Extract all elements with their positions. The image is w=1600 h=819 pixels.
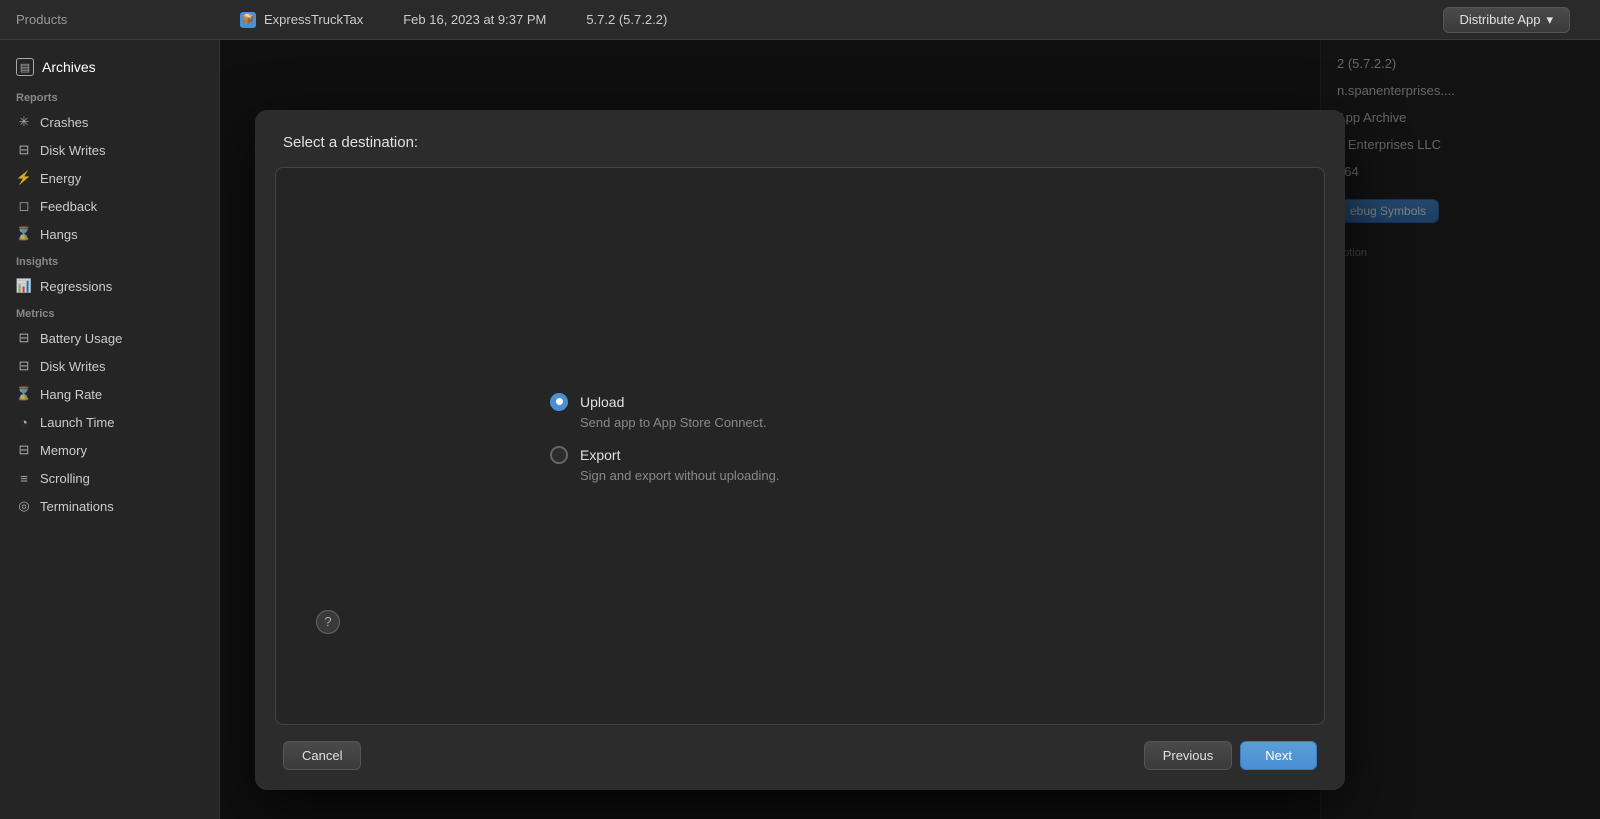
export-option[interactable]: Export Sign and export without uploading… — [550, 446, 1050, 483]
sidebar-item-launch-time[interactable]: ◔ Launch Time — [0, 408, 219, 436]
archive-icon: 📦 — [240, 12, 256, 28]
sidebar-item-crashes[interactable]: ✳︎ Crashes — [0, 108, 219, 136]
modal-footer: Cancel Previous Next — [255, 725, 1345, 790]
modal-title: Select a destination: — [283, 134, 1317, 151]
chevron-down-icon: ▾ — [1546, 12, 1553, 28]
regressions-icon: 📊 — [16, 278, 32, 294]
help-button[interactable]: ? — [316, 610, 340, 634]
upload-radio[interactable] — [550, 393, 568, 411]
sidebar-item-scrolling[interactable]: ≡ Scrolling — [0, 464, 219, 492]
sidebar-item-hangs[interactable]: ⌛ Hangs — [0, 220, 219, 248]
memory-icon: ⊟ — [16, 442, 32, 458]
crashes-icon: ✳︎ — [16, 114, 32, 130]
top-bar: Products 📦 ExpressTruckTax Feb 16, 2023 … — [0, 0, 1600, 40]
battery-usage-icon: ⊟ — [16, 330, 32, 346]
archives-icon: ▤ — [16, 58, 34, 76]
previous-button[interactable]: Previous — [1144, 741, 1233, 770]
modal-overlay: Select a destination: Upload Send app to… — [220, 40, 1600, 819]
upload-option-row: Upload — [550, 393, 1050, 411]
insights-section-label: Insights — [0, 248, 219, 272]
main-layout: ▤ Archives Reports ✳︎ Crashes ⊟ Disk Wri… — [0, 40, 1600, 819]
sidebar-item-disk-writes[interactable]: ⊟ Disk Writes — [0, 136, 219, 164]
metrics-disk-writes-icon: ⊟ — [16, 358, 32, 374]
archive-version: 5.7.2 (5.7.2.2) — [586, 12, 667, 27]
hangs-icon: ⌛ — [16, 226, 32, 242]
hang-rate-icon: ⌛ — [16, 386, 32, 402]
archive-info: 📦 ExpressTruckTax Feb 16, 2023 at 9:37 P… — [220, 7, 1600, 33]
distribute-modal: Select a destination: Upload Send app to… — [255, 110, 1345, 790]
modal-header: Select a destination: — [255, 110, 1345, 167]
export-description: Sign and export without uploading. — [580, 468, 1050, 483]
sidebar-item-metrics-disk-writes[interactable]: ⊟ Disk Writes — [0, 352, 219, 380]
disk-writes-icon: ⊟ — [16, 142, 32, 158]
cancel-button[interactable]: Cancel — [283, 741, 361, 770]
distribute-app-button[interactable]: Distribute App ▾ — [1443, 7, 1570, 33]
upload-option[interactable]: Upload Send app to App Store Connect. — [550, 393, 1050, 430]
export-option-row: Export — [550, 446, 1050, 464]
products-label: Products — [0, 12, 220, 27]
sidebar-item-feedback[interactable]: ◻ Feedback — [0, 192, 219, 220]
energy-icon: ⚡ — [16, 170, 32, 186]
sidebar-item-memory[interactable]: ⊟ Memory — [0, 436, 219, 464]
upload-description: Send app to App Store Connect. — [580, 415, 1050, 430]
sidebar: ▤ Archives Reports ✳︎ Crashes ⊟ Disk Wri… — [0, 40, 220, 819]
reports-section-label: Reports — [0, 84, 219, 108]
launch-time-icon: ◔ — [16, 414, 32, 430]
next-button[interactable]: Next — [1240, 741, 1317, 770]
modal-content: Upload Send app to App Store Connect. Ex… — [275, 167, 1325, 725]
sidebar-item-archives[interactable]: ▤ Archives — [0, 50, 219, 84]
feedback-icon: ◻ — [16, 198, 32, 214]
export-label: Export — [580, 447, 620, 463]
archive-date: Feb 16, 2023 at 9:37 PM — [403, 12, 546, 27]
export-radio[interactable] — [550, 446, 568, 464]
sidebar-item-energy[interactable]: ⚡ Energy — [0, 164, 219, 192]
sidebar-item-terminations[interactable]: ◎ Terminations — [0, 492, 219, 520]
sidebar-item-regressions[interactable]: 📊 Regressions — [0, 272, 219, 300]
content-area: 2 (5.7.2.2) n.spanenterprises.... App Ar… — [220, 40, 1600, 819]
metrics-section-label: Metrics — [0, 300, 219, 324]
upload-label: Upload — [580, 394, 624, 410]
scrolling-icon: ≡ — [16, 470, 32, 486]
sidebar-item-hang-rate[interactable]: ⌛ Hang Rate — [0, 380, 219, 408]
sidebar-item-battery-usage[interactable]: ⊟ Battery Usage — [0, 324, 219, 352]
terminations-icon: ◎ — [16, 498, 32, 514]
archive-name: 📦 ExpressTruckTax — [240, 12, 363, 28]
